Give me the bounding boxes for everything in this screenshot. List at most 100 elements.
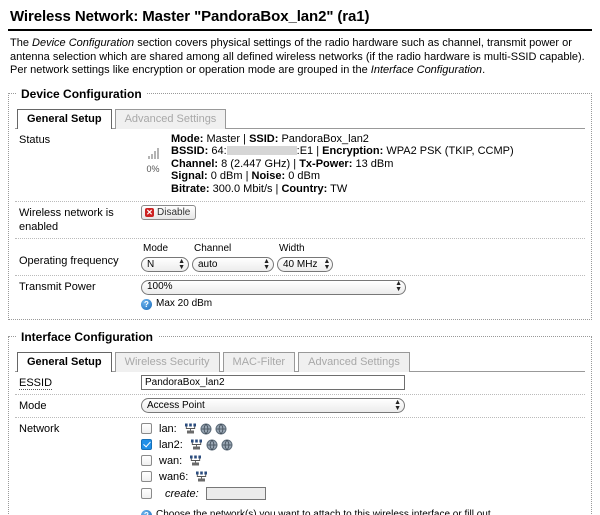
interface-configuration-fieldset: Interface Configuration General Setup Wi… (8, 329, 592, 515)
frequency-channel-value: auto (198, 258, 218, 270)
status-key-ssid: SSID: (249, 132, 279, 145)
status-key-mode: Mode: (171, 132, 204, 145)
network-checkbox-create[interactable] (141, 488, 152, 499)
status-key-bitrate: Bitrate: (171, 182, 210, 195)
status-key-noise: Noise: (251, 170, 286, 182)
status-value-country: TW (330, 182, 348, 195)
status-line-bitrate-country: Bitrate: 300.0 Mbit/s | Country: TW (171, 182, 348, 195)
essid-input[interactable] (141, 374, 405, 390)
essid-label: ESSID (15, 374, 139, 392)
network-name-lan: lan: (159, 422, 177, 435)
zone-icon (221, 439, 233, 450)
interface-mode-field: Access Point ▲ ▼ (139, 397, 585, 415)
status-value-noise: 0 dBm (288, 170, 320, 182)
status-value-channel: 8 (2.447 GHz) (221, 157, 291, 170)
network-option-lan2: lan2: (141, 437, 583, 453)
device-configuration-form: Status 0% Mode: Master | SSID: PandoraBo… (15, 129, 585, 313)
chevron-updown-icon: ▲ ▼ (395, 280, 402, 293)
frequency-channel-select[interactable]: auto ▲ ▼ (192, 257, 274, 272)
status-key-signal: Signal: (171, 170, 208, 182)
network-option-lan: lan: (141, 421, 583, 437)
row-interface-mode: Mode Access Point ▲ ▼ (15, 395, 585, 418)
network-option-wan: wan: (141, 453, 583, 469)
network-hint: ? Choose the network(s) you want to atta… (141, 509, 583, 515)
network-create-input[interactable] (205, 487, 266, 500)
zone-icon (206, 439, 218, 450)
disable-button[interactable]: ✕ Disable (141, 205, 197, 220)
status-value-txpower: 13 dBm (355, 157, 394, 170)
network-name-create: create: (165, 487, 199, 500)
status-value-bitrate: 300.0 Mbit/s (212, 182, 273, 195)
signal-percent: 0% (146, 163, 160, 174)
status-value-signal: 0 dBm (210, 170, 243, 182)
intro-emphasis-interface-configuration: Interface Configuration (370, 64, 483, 76)
network-option-create: create: (141, 485, 583, 503)
zone-icon (215, 423, 227, 434)
interface-configuration-tabs: General Setup Wireless Security MAC-Filt… (15, 348, 585, 372)
status-key-country: Country: (281, 182, 328, 195)
interface-mode-label: Mode (19, 399, 47, 412)
network-icons-wan (189, 455, 202, 466)
status-details: Mode: Master | SSID: PandoraBox_lan2 BSS… (171, 133, 514, 196)
status-value-bssid-suffix: :E1 (296, 145, 314, 157)
ethernet-icon (196, 471, 208, 482)
network-hint-text-1: Choose the network(s) you want to attach… (156, 508, 491, 515)
transmit-power-select[interactable]: 100% ▲ ▼ (141, 279, 406, 295)
frequency-width-group: Width 40 MHz ▲ ▼ (277, 242, 333, 272)
status-key-encryption: Encryption: (322, 145, 384, 157)
tab-general-setup-interface[interactable]: General Setup (17, 351, 112, 372)
wireless-enabled-label: Wireless network is enabled (19, 207, 114, 233)
network-name-wan6: wan6: (159, 470, 189, 483)
tab-advanced-settings-interface[interactable]: Advanced Settings (298, 351, 410, 372)
interface-configuration-form: ESSID Mode Access Point ▲▼ Network (15, 372, 585, 515)
help-icon: ? (141, 298, 152, 310)
network-checkbox-wan[interactable] (141, 455, 152, 466)
network-hint-text: Choose the network(s) you want to attach… (156, 509, 491, 515)
status-value-encryption: WPA2 PSK (TKIP, CCMP) (386, 145, 514, 157)
tab-wireless-security[interactable]: Wireless Security (114, 351, 220, 372)
row-essid: ESSID (15, 372, 585, 395)
status-value-mode: Master (206, 132, 241, 145)
chevron-updown-icon: ▲ ▼ (394, 398, 401, 412)
intro-text-3: . (482, 64, 486, 76)
network-name-wan: wan: (159, 454, 183, 467)
frequency-width-header: Width (279, 243, 305, 254)
network-icons-lan (184, 423, 227, 435)
status-line-mode-ssid: Mode: Master | SSID: PandoraBox_lan2 (171, 132, 369, 145)
operating-frequency-field: Mode N ▲ ▼ Channel auto ▲ ▼ Width 40 MHz… (139, 241, 585, 273)
frequency-mode-header: Mode (143, 243, 169, 254)
network-icons-lan2 (190, 439, 233, 451)
tab-general-setup-device[interactable]: General Setup (17, 108, 112, 129)
interface-mode-select[interactable]: Access Point ▲ ▼ (141, 398, 405, 413)
intro-emphasis-device-configuration: Device Configuration (32, 37, 135, 49)
status-label: Status (19, 133, 51, 146)
tab-advanced-settings-device[interactable]: Advanced Settings (114, 108, 227, 129)
essid-label-text: ESSID (19, 376, 53, 390)
essid-field (139, 374, 585, 391)
network-field: lan: lan2: wan: wan6: create: ? Choose t… (139, 420, 585, 515)
frequency-width-select[interactable]: 40 MHz ▲ ▼ (277, 257, 333, 272)
frequency-mode-select[interactable]: N ▲ ▼ (141, 257, 189, 272)
frequency-mode-value: N (147, 258, 155, 270)
tab-mac-filter[interactable]: MAC-Filter (222, 351, 296, 372)
bssid-redaction-block (226, 146, 297, 155)
red-cross-icon: ✕ (145, 208, 154, 217)
row-wireless-enabled: Wireless network is enabled ✕ Disable (15, 202, 585, 239)
network-name-lan2: lan2: (159, 438, 183, 451)
signal-bars-icon (147, 147, 159, 159)
transmit-power-hint: ? Max 20 dBm (141, 298, 583, 310)
network-checkbox-wan6[interactable] (141, 471, 152, 482)
network-checkbox-lan[interactable] (141, 423, 152, 434)
wireless-enabled-field: ✕ Disable (139, 204, 585, 221)
status-key-txpower: Tx-Power: (299, 157, 353, 170)
wireless-config-page: Wireless Network: Master "PandoraBox_lan… (0, 0, 600, 515)
page-intro: The Device Configuration section covers … (8, 37, 592, 78)
status-value-ssid: PandoraBox_lan2 (281, 132, 369, 145)
page-title: Wireless Network: Master "PandoraBox_lan… (8, 6, 592, 31)
status-value-bssid-prefix: 64: (211, 145, 227, 157)
network-checkbox-lan2[interactable] (141, 439, 152, 450)
network-option-wan6: wan6: (141, 469, 583, 485)
status-line-bssid-encryption: BSSID: 64::E1 | Encryption: WPA2 PSK (TK… (171, 145, 514, 157)
ethernet-icon (190, 439, 202, 450)
device-configuration-legend: Device Configuration (21, 86, 142, 101)
